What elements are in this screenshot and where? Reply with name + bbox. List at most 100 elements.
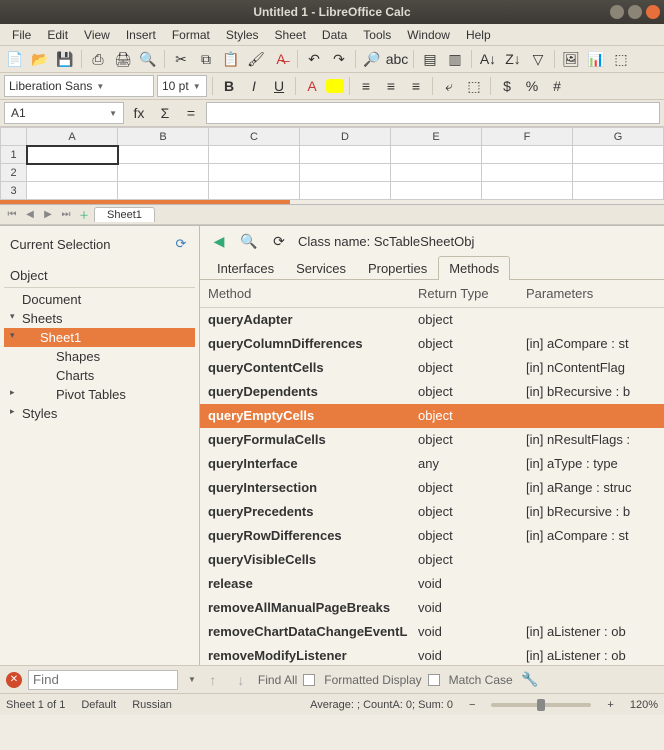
open-icon[interactable]: 📂: [29, 48, 51, 70]
wrap-text-icon[interactable]: ⤶: [438, 75, 460, 97]
export-pdf-icon[interactable]: ⎙: [87, 48, 109, 70]
cell[interactable]: [573, 146, 664, 164]
col-header-F[interactable]: F: [482, 128, 573, 146]
italic-icon[interactable]: I: [243, 75, 265, 97]
menu-format[interactable]: Format: [164, 26, 218, 44]
paste-icon[interactable]: 📋: [220, 48, 242, 70]
menu-styles[interactable]: Styles: [218, 26, 267, 44]
find-prev-icon[interactable]: ↑: [202, 669, 224, 691]
first-sheet-icon[interactable]: ⏮: [4, 207, 20, 223]
spellcheck-icon[interactable]: abc: [386, 48, 408, 70]
cell[interactable]: [300, 182, 391, 200]
align-center-icon[interactable]: ≡: [380, 75, 402, 97]
menu-help[interactable]: Help: [458, 26, 499, 44]
menu-edit[interactable]: Edit: [39, 26, 76, 44]
method-row[interactable]: queryContentCellsobject[in] nContentFlag: [200, 356, 664, 380]
cell[interactable]: [209, 182, 300, 200]
chevron-down-icon[interactable]: ▼: [188, 675, 196, 684]
method-row[interactable]: queryEmptyCellsobject: [200, 404, 664, 428]
cell[interactable]: [300, 146, 391, 164]
tree-sheets[interactable]: Sheets: [4, 309, 195, 328]
tree-document[interactable]: Document: [4, 290, 195, 309]
menu-insert[interactable]: Insert: [118, 26, 164, 44]
menu-file[interactable]: File: [4, 26, 39, 44]
formula-input[interactable]: [206, 102, 660, 124]
zoom-in-icon[interactable]: +: [607, 699, 613, 711]
align-right-icon[interactable]: ≡: [405, 75, 427, 97]
add-sheet-icon[interactable]: ＋: [76, 207, 92, 223]
tree-pivot-tables[interactable]: Pivot Tables: [4, 385, 195, 404]
cell[interactable]: [573, 164, 664, 182]
cell[interactable]: [209, 164, 300, 182]
methods-grid[interactable]: queryAdapterobjectqueryColumnDifferences…: [200, 308, 664, 665]
col-header-D[interactable]: D: [300, 128, 391, 146]
cell[interactable]: [118, 146, 209, 164]
tab-interfaces[interactable]: Interfaces: [206, 256, 285, 280]
sum-icon[interactable]: Σ: [154, 102, 176, 124]
horizontal-scrollbar[interactable]: [0, 200, 290, 204]
percent-icon[interactable]: %: [521, 75, 543, 97]
method-row[interactable]: queryVisibleCellsobject: [200, 548, 664, 572]
back-icon[interactable]: ◀: [208, 230, 230, 252]
merge-cells-icon[interactable]: ⬚: [463, 75, 485, 97]
cell[interactable]: [118, 182, 209, 200]
font-name-combo[interactable]: Liberation Sans ▼: [4, 75, 154, 97]
function-wizard-icon[interactable]: fx: [128, 102, 150, 124]
formula-icon[interactable]: =: [180, 102, 202, 124]
insert-chart-icon[interactable]: 📊: [585, 48, 607, 70]
row-icon[interactable]: ▤: [419, 48, 441, 70]
autofilter-icon[interactable]: ▽: [527, 48, 549, 70]
inspect-icon[interactable]: 🔍: [238, 230, 260, 252]
cell[interactable]: [391, 182, 482, 200]
method-row[interactable]: queryColumnDifferencesobject[in] aCompar…: [200, 332, 664, 356]
refresh-icon[interactable]: ⟳: [268, 230, 290, 252]
method-row[interactable]: queryIntersectionobject[in] aRange : str…: [200, 476, 664, 500]
find-next-icon[interactable]: ↓: [230, 669, 252, 691]
cell[interactable]: [482, 164, 573, 182]
currency-icon[interactable]: $: [496, 75, 518, 97]
print-icon[interactable]: 🖨: [112, 48, 134, 70]
tree-sheet1[interactable]: Sheet1: [4, 328, 195, 347]
col-header-C[interactable]: C: [209, 128, 300, 146]
col-header-method[interactable]: Method: [208, 286, 418, 301]
col-header-return[interactable]: Return Type: [418, 286, 526, 301]
menu-sheet[interactable]: Sheet: [267, 26, 314, 44]
last-sheet-icon[interactable]: ⏭: [58, 207, 74, 223]
method-row[interactable]: removeChartDataChangeEventLvoid[in] aLis…: [200, 620, 664, 644]
cell[interactable]: [482, 182, 573, 200]
row-header-1[interactable]: 1: [1, 146, 27, 164]
window-close-icon[interactable]: [646, 5, 660, 19]
clone-format-icon[interactable]: 🖌: [245, 48, 267, 70]
sheet-tab-1[interactable]: Sheet1: [94, 207, 155, 222]
tab-properties[interactable]: Properties: [357, 256, 438, 280]
align-left-icon[interactable]: ≡: [355, 75, 377, 97]
method-row[interactable]: queryFormulaCellsobject[in] nResultFlags…: [200, 428, 664, 452]
status-stats[interactable]: Average: ; CountA: 0; Sum: 0: [310, 699, 453, 711]
menu-data[interactable]: Data: [314, 26, 355, 44]
cell[interactable]: [209, 146, 300, 164]
row-header-3[interactable]: 3: [1, 182, 27, 200]
undo-icon[interactable]: ↶: [303, 48, 325, 70]
sort-desc-icon[interactable]: Z↓: [502, 48, 524, 70]
search-options-icon[interactable]: 🔧: [519, 669, 541, 691]
column-icon[interactable]: ▥: [444, 48, 466, 70]
zoom-out-icon[interactable]: −: [469, 699, 475, 711]
font-color-icon[interactable]: A: [301, 75, 323, 97]
method-row[interactable]: queryDependentsobject[in] bRecursive : b: [200, 380, 664, 404]
col-header-B[interactable]: B: [118, 128, 209, 146]
copy-icon[interactable]: ⧉: [195, 48, 217, 70]
highlight-icon[interactable]: [326, 79, 344, 93]
status-style[interactable]: Default: [81, 699, 116, 711]
cell[interactable]: [27, 182, 118, 200]
refresh-icon[interactable]: ⟳: [173, 236, 189, 252]
cell-reference-input[interactable]: A1 ▼: [4, 102, 124, 124]
method-row[interactable]: removeAllManualPageBreaksvoid: [200, 596, 664, 620]
menu-window[interactable]: Window: [399, 26, 458, 44]
method-row[interactable]: removeModifyListenervoid[in] aListener :…: [200, 644, 664, 665]
prev-sheet-icon[interactable]: ◀: [22, 207, 38, 223]
insert-image-icon[interactable]: 🖼: [560, 48, 582, 70]
col-header-A[interactable]: A: [27, 128, 118, 146]
col-header-params[interactable]: Parameters: [526, 286, 656, 301]
cut-icon[interactable]: ✂: [170, 48, 192, 70]
method-row[interactable]: releasevoid: [200, 572, 664, 596]
